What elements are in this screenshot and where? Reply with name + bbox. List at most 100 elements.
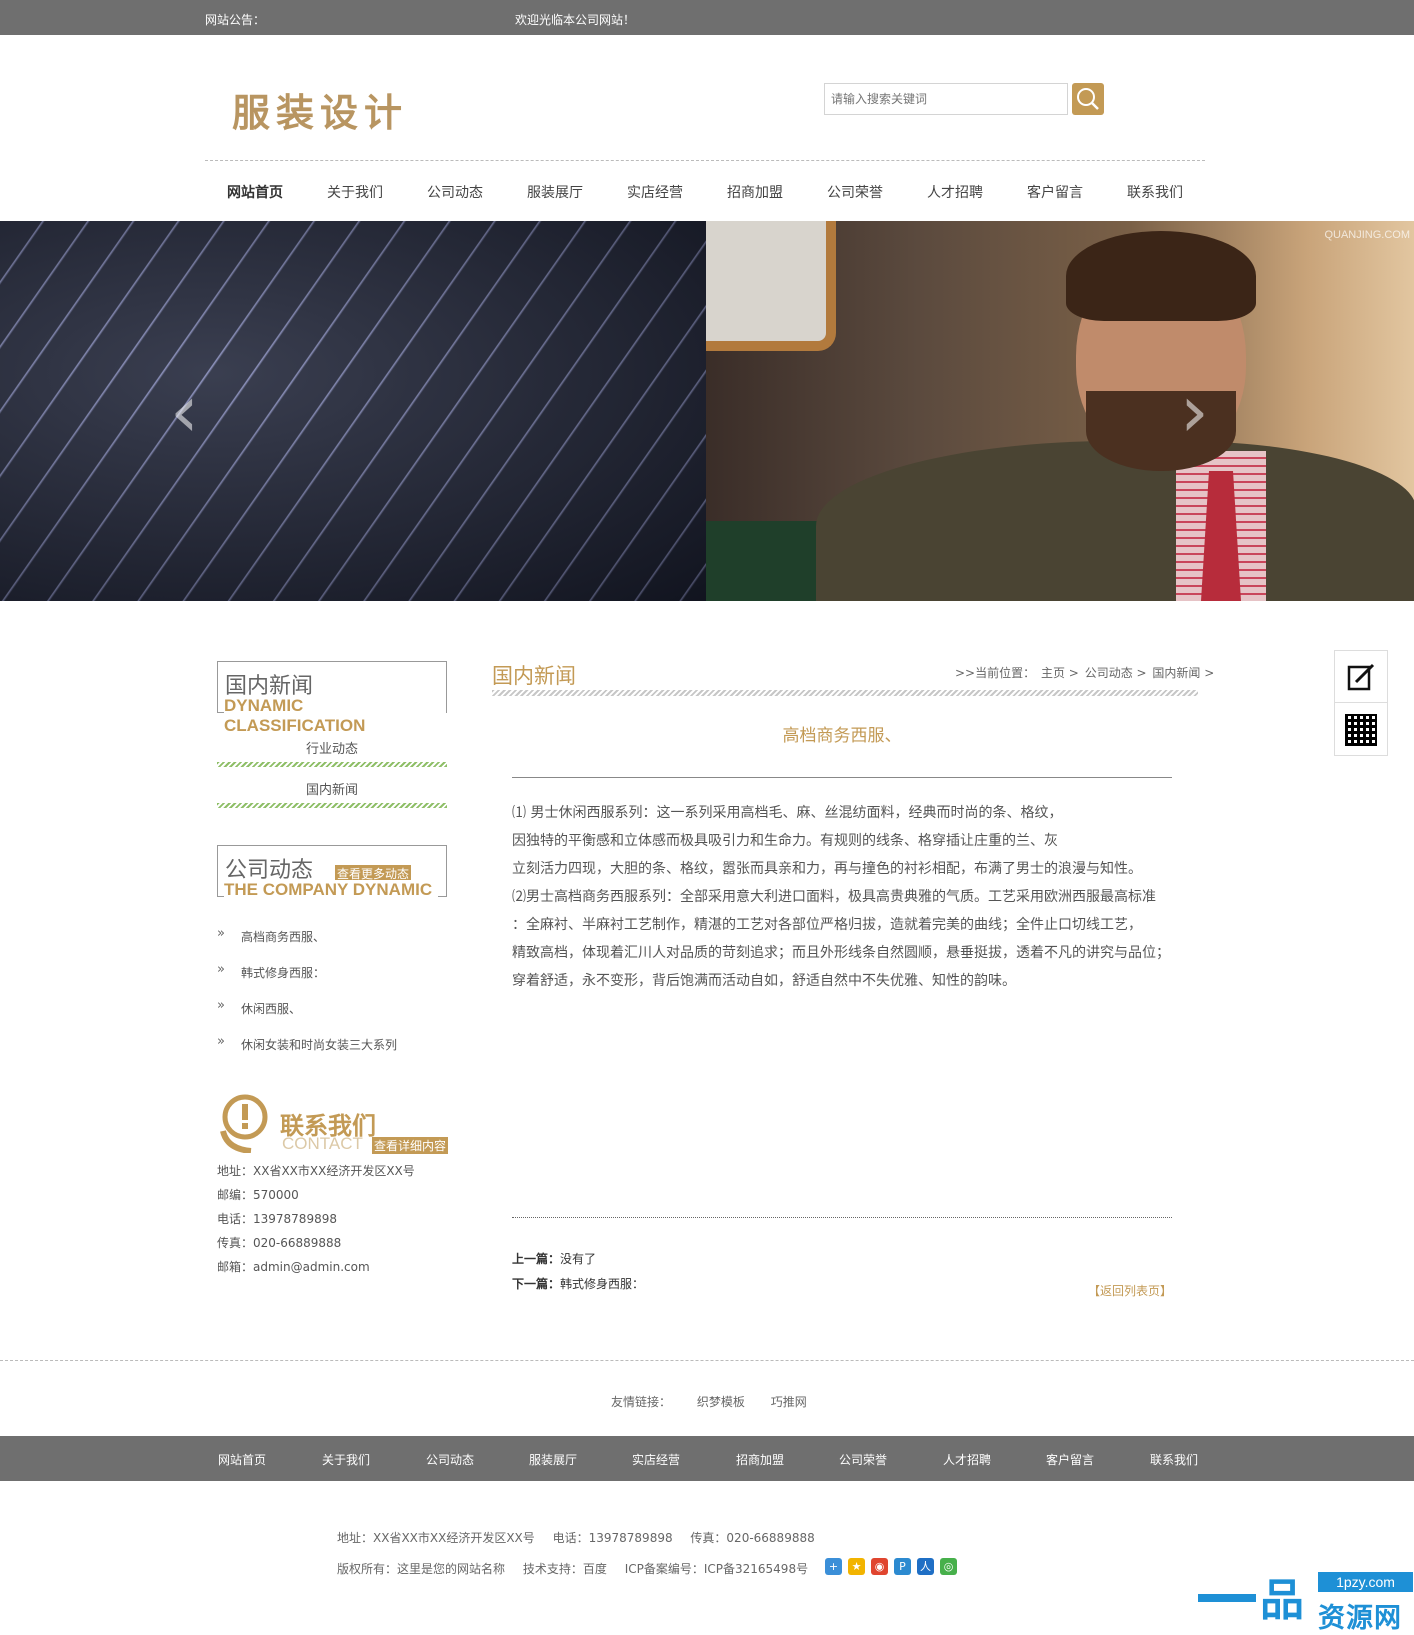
list-item[interactable]: » 休闲女装和时尚女装三大系列 [217, 1034, 457, 1054]
footer-nav-stores[interactable]: 实店经营 [604, 1451, 708, 1468]
qzone-icon[interactable]: ★ [848, 1558, 865, 1575]
footer-contact-line: 地址：XX省XX市XX经济开发区XX号 电话：13978789898 传真：02… [337, 1529, 829, 1546]
contact-title-en: CONTACT [282, 1134, 363, 1153]
next-article-link[interactable]: 韩式修身西服： [560, 1277, 644, 1291]
nav-item-franchise[interactable]: 招商加盟 [705, 182, 805, 202]
edit-icon[interactable] [1335, 651, 1387, 703]
nav-item-stores[interactable]: 实店经营 [605, 182, 705, 202]
footer-icp: ICP备案编号：ICP备32165498号 [624, 1562, 809, 1576]
nav-item-news[interactable]: 公司动态 [405, 182, 505, 202]
brand-logo-mark [1198, 1594, 1256, 1602]
breadcrumb-home[interactable]: 主页 [1041, 666, 1065, 680]
next-article: 下一篇：韩式修身西服： [512, 1275, 644, 1292]
footer-address: 地址：XX省XX市XX经济开发区XX号 [337, 1531, 535, 1545]
news-box-title: 公司动态 查看更多动态 THE COMPANY DYNAMIC [217, 845, 447, 900]
breadcrumb: >>当前位置： 主页 > 公司动态 > 国内新闻 > [955, 664, 1216, 681]
article-bottom-divider [512, 1217, 1172, 1218]
footer-fax: 传真：020-66889888 [690, 1531, 815, 1545]
category-title-en: DYNAMIC CLASSIFICATION [224, 696, 446, 736]
footer-phone: 电话：13978789898 [552, 1531, 673, 1545]
footer-copyright: 版权所有：这里是您的网站名称 [337, 1562, 506, 1576]
wechat-icon[interactable]: ◎ [940, 1558, 957, 1575]
footer-nav-messages[interactable]: 客户留言 [1018, 1451, 1122, 1468]
breadcrumb-domestic[interactable]: 国内新闻 [1152, 666, 1200, 680]
contact-fax: 传真：020-66889888 [217, 1236, 342, 1250]
jacket [816, 441, 1414, 601]
list-item[interactable]: » 高档商务西服、 [217, 926, 457, 946]
category-item-industry[interactable]: 行业动态 [217, 740, 447, 768]
search-button[interactable] [1072, 83, 1104, 115]
banner-model-image: QUANJING.COM [706, 221, 1414, 601]
search-box [824, 83, 1104, 115]
notice-text: 欢迎光临本公司网站！ [515, 13, 636, 27]
breadcrumb-label: >>当前位置： [955, 666, 1036, 680]
contact-more-link[interactable]: 查看详细内容 [372, 1137, 449, 1154]
news-title-en: THE COMPANY DYNAMIC [224, 880, 439, 900]
brand-logo: 品 1pzy.com 资源网 [1198, 1572, 1414, 1634]
nav-item-contact[interactable]: 联系我们 [1105, 182, 1205, 202]
breadcrumb-news[interactable]: 公司动态 [1085, 666, 1133, 680]
next-label: 下一篇： [512, 1277, 561, 1291]
edit-icon-glyph [1347, 663, 1375, 691]
footer-nav-franchise[interactable]: 招商加盟 [708, 1451, 812, 1468]
footer-nav-honors[interactable]: 公司荣誉 [811, 1451, 915, 1468]
article-divider [512, 777, 1172, 778]
footer-nav-home[interactable]: 网站首页 [190, 1451, 294, 1468]
footer-nav-jobs[interactable]: 人才招聘 [915, 1451, 1019, 1468]
article-line: ⑵男士高档商务西服系列：全部采用意大利进口面料，极具高贵典雅的气质。工艺采用欧洲… [512, 889, 1156, 905]
site-logo[interactable]: 服装设计 [232, 82, 408, 137]
search-icon [1077, 88, 1099, 110]
article-line: 因独特的平衡感和立体感而极具吸引力和生命力。有规则的线条、格穿插让庄重的兰、灰 [512, 833, 1058, 849]
double-chevron-icon: » [217, 998, 225, 1013]
friend-links-label: 友情链接： [611, 1395, 672, 1409]
top-bar: 网站公告： 欢迎光临本公司网站！ [0, 0, 1414, 35]
prev-label: 上一篇： [512, 1252, 561, 1266]
footer-nav-about[interactable]: 关于我们 [294, 1451, 398, 1468]
nav-item-jobs[interactable]: 人才招聘 [905, 182, 1005, 202]
breadcrumb-sep: > [1068, 666, 1079, 680]
qr-code-image [1345, 714, 1377, 746]
brand-logo-pin: 品 [1260, 1575, 1304, 1626]
footer-nav-contact[interactable]: 联系我们 [1122, 1451, 1226, 1468]
nav-item-home[interactable]: 网站首页 [205, 182, 305, 202]
contact-postcode: 邮编：570000 [217, 1188, 299, 1202]
nav-item-honors[interactable]: 公司荣誉 [805, 182, 905, 202]
contact-phone: 电话：13978789898 [217, 1212, 337, 1226]
nav-item-showroom[interactable]: 服装展厅 [505, 182, 605, 202]
banner-watermark: QUANJING.COM [1324, 229, 1410, 241]
list-item[interactable]: » 休闲西服、 [217, 998, 457, 1018]
hero-banner: QUANJING.COM ‹ › [0, 221, 1414, 601]
category-item-domestic[interactable]: 国内新闻 [217, 781, 447, 809]
page-title: 国内新闻 [492, 664, 576, 688]
chevron-left-icon[interactable]: ‹ [170, 371, 210, 451]
main-nav: 网站首页 关于我们 公司动态 服装展厅 实店经营 招商加盟 公司荣誉 人才招聘 … [205, 176, 1205, 206]
double-chevron-icon: » [217, 1034, 225, 1049]
notice-label: 网站公告： [205, 13, 266, 27]
back-to-list-link[interactable]: 【返回列表页】 [1088, 1282, 1172, 1299]
title-underline [492, 690, 1198, 696]
friend-link[interactable]: 巧推网 [771, 1395, 807, 1409]
weibo-icon[interactable]: ◉ [871, 1558, 888, 1575]
list-item[interactable]: » 韩式修身西服： [217, 962, 457, 982]
friend-link[interactable]: 织梦模板 [697, 1395, 745, 1409]
article-line: 立刻活力四现，大胆的条、格纹，嚣张而具亲和力，再与撞色的衬衫相配，布满了男士的浪… [512, 861, 1142, 877]
side-tools [1334, 650, 1388, 756]
tencent-weibo-icon[interactable]: P [894, 1558, 911, 1575]
renren-icon[interactable]: 人 [917, 1558, 934, 1575]
footer-nav-showroom[interactable]: 服装展厅 [501, 1451, 605, 1468]
contact-email: 邮箱：admin@admin.com [217, 1260, 370, 1274]
footer-divider [0, 1360, 1414, 1361]
model-hair [1066, 231, 1256, 321]
footer-copyright-line: 版权所有：这里是您的网站名称 技术支持：百度 ICP备案编号：ICP备32165… [337, 1560, 822, 1577]
chevron-right-icon[interactable]: › [1180, 371, 1220, 451]
double-chevron-icon: » [217, 962, 225, 977]
double-chevron-icon: » [217, 926, 225, 941]
breadcrumb-sep: > [1136, 666, 1147, 680]
qr-code-icon[interactable] [1335, 704, 1387, 756]
nav-item-about[interactable]: 关于我们 [305, 182, 405, 202]
prev-value: 没有了 [560, 1252, 597, 1266]
search-input[interactable] [824, 83, 1068, 115]
share-more-icon[interactable]: + [825, 1558, 842, 1575]
nav-item-messages[interactable]: 客户留言 [1005, 182, 1105, 202]
footer-nav-news[interactable]: 公司动态 [398, 1451, 502, 1468]
